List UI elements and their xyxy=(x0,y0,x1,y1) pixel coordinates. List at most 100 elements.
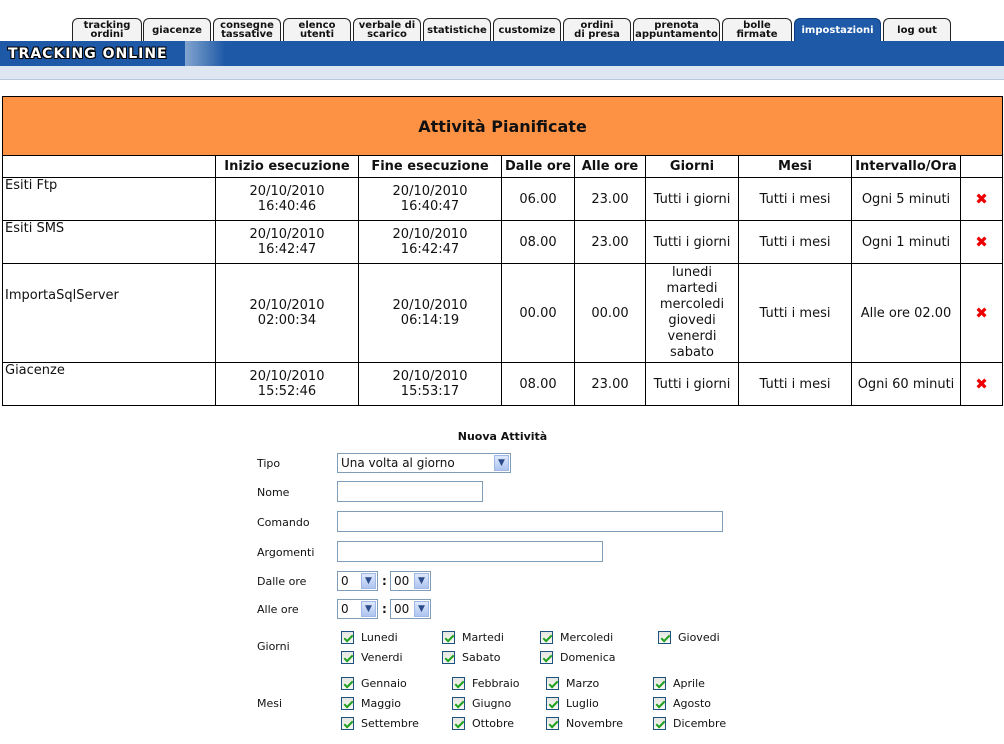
checkbox-luglio[interactable]: Luglio xyxy=(546,696,599,710)
header-dalle-ore: Dalle ore xyxy=(501,155,575,178)
delete-icon[interactable]: ✖ xyxy=(960,177,1003,221)
checkbox-box[interactable] xyxy=(341,696,354,710)
tab-giacenze[interactable]: giacenze xyxy=(143,18,211,41)
checkbox-venerdi[interactable]: Venerdi xyxy=(341,650,403,664)
checkbox-box[interactable] xyxy=(546,716,559,730)
tab-tracking-ordini[interactable]: tracking ordini xyxy=(72,18,142,41)
checkbox-label: Venerdi xyxy=(361,650,403,664)
comando-input[interactable] xyxy=(337,511,723,532)
checkbox-giugno[interactable]: Giugno xyxy=(452,696,511,710)
header-banner: TRACKING ONLINE xyxy=(0,41,1004,66)
table-row: Esiti Ftp 20/10/2010 16:40:46 20/10/2010 1… xyxy=(2,177,1003,221)
checkbox-box[interactable] xyxy=(442,630,455,644)
checkbox-box[interactable] xyxy=(341,650,354,664)
checkbox-agosto[interactable]: Agosto xyxy=(653,696,711,710)
end-time: 16:42:47 xyxy=(400,242,460,257)
chevron-down-icon[interactable]: ▼ xyxy=(414,601,429,617)
checkbox-label: Gennaio xyxy=(361,676,407,690)
header-mesi: Mesi xyxy=(738,155,852,178)
activity-name: Esiti Ftp xyxy=(2,177,216,221)
checkbox-ottobre[interactable]: Ottobre xyxy=(452,716,514,730)
tab-impostazioni[interactable]: impostazioni xyxy=(794,18,881,41)
checkbox-label: Dicembre xyxy=(673,716,727,730)
tipo-select[interactable]: Una volta al giorno ▼ xyxy=(337,453,511,473)
checkbox-box[interactable] xyxy=(546,676,559,690)
interval-cell: Alle ore 02.00 xyxy=(851,263,961,363)
tab-prenota-appuntamento[interactable]: prenota appuntamento xyxy=(633,18,720,41)
alle-ore-minute-select[interactable]: 00 ▼ xyxy=(390,599,431,619)
checkbox-box[interactable] xyxy=(452,696,465,710)
dalle-ore-label: Dalle ore xyxy=(257,575,307,588)
days-cell: Tutti i giorni xyxy=(645,362,739,406)
table-row: Esiti SMS 20/10/2010 16:42:47 20/10/2010 1… xyxy=(2,220,1003,264)
start-time: 15:52:46 xyxy=(257,384,317,399)
checkbox-gennaio[interactable]: Gennaio xyxy=(341,676,407,690)
tab-ordini-di-presa[interactable]: ordini di presa xyxy=(563,18,631,41)
brand-logo: TRACKING ONLINE xyxy=(8,46,168,62)
day-entry: venerdi xyxy=(667,329,717,344)
tab-statistiche[interactable]: statistiche xyxy=(423,18,491,41)
checkbox-domenica[interactable]: Domenica xyxy=(540,650,616,664)
checkbox-box[interactable] xyxy=(658,630,671,644)
day-entry: Tutti i giorni xyxy=(653,191,731,207)
end-date: 20/10/2010 xyxy=(392,298,468,313)
nome-input[interactable] xyxy=(337,481,483,502)
to-hour: 00.00 xyxy=(574,263,646,363)
checkbox-label: Martedi xyxy=(462,630,504,644)
checkbox-box[interactable] xyxy=(540,650,553,664)
alle-ore-hour-select[interactable]: 0 ▼ xyxy=(337,599,378,619)
dalle-hour-value: 0 xyxy=(341,574,349,588)
end-date: 20/10/2010 xyxy=(392,227,468,242)
delete-icon[interactable]: ✖ xyxy=(960,263,1003,363)
checkbox-box[interactable] xyxy=(442,650,455,664)
start-date: 20/10/2010 xyxy=(249,369,325,384)
tab-elenco-utenti[interactable]: elenco utenti xyxy=(283,18,351,41)
checkbox-settembre[interactable]: Settembre xyxy=(341,716,419,730)
dalle-ore-minute-select[interactable]: 00 ▼ xyxy=(390,571,431,591)
checkbox-box[interactable] xyxy=(341,630,354,644)
tab-consegne-tassative[interactable]: consegne tassative xyxy=(213,18,281,41)
checkbox-lunedi[interactable]: Lunedi xyxy=(341,630,398,644)
start-cell: 20/10/2010 02:00:34 xyxy=(215,263,359,363)
table-row: Giacenze 20/10/2010 15:52:46 20/10/2010 15… xyxy=(2,362,1003,406)
checkbox-martedi[interactable]: Martedi xyxy=(442,630,504,644)
checkbox-giovedi[interactable]: Giovedi xyxy=(658,630,720,644)
tab-customize[interactable]: customize xyxy=(493,18,561,41)
chevron-down-icon[interactable]: ▼ xyxy=(361,573,376,589)
tab-log-out[interactable]: log out xyxy=(883,18,951,41)
delete-icon[interactable]: ✖ xyxy=(960,362,1003,406)
start-cell: 20/10/2010 16:40:46 xyxy=(215,177,359,221)
delete-icon[interactable]: ✖ xyxy=(960,220,1003,264)
checkbox-marzo[interactable]: Marzo xyxy=(546,676,599,690)
chevron-down-icon[interactable]: ▼ xyxy=(414,573,429,589)
day-entry: giovedi xyxy=(668,313,716,328)
interval-cell: Ogni 60 minuti xyxy=(851,362,961,406)
checkbox-novembre[interactable]: Novembre xyxy=(546,716,623,730)
checkbox-dicembre[interactable]: Dicembre xyxy=(653,716,726,730)
tab-bolle-firmate[interactable]: bolle firmate xyxy=(722,18,792,41)
checkbox-maggio[interactable]: Maggio xyxy=(341,696,401,710)
interval-cell: Ogni 1 minuti xyxy=(851,220,961,264)
checkbox-box[interactable] xyxy=(653,696,666,710)
tab-verbale-di-scarico[interactable]: verbale di scarico xyxy=(353,18,421,41)
scheduled-activities-table: Attività Pianificate Inizio esecuzione F… xyxy=(2,96,1003,406)
day-entry: sabato xyxy=(669,345,714,360)
checkbox-sabato[interactable]: Sabato xyxy=(442,650,501,664)
checkbox-box[interactable] xyxy=(341,676,354,690)
checkbox-box[interactable] xyxy=(341,716,354,730)
checkbox-box[interactable] xyxy=(452,716,465,730)
checkbox-box[interactable] xyxy=(546,696,559,710)
checkbox-mercoledi[interactable]: Mercoledi xyxy=(540,630,613,644)
from-hour: 06.00 xyxy=(501,177,575,221)
argomenti-input[interactable] xyxy=(337,541,603,562)
checkbox-aprile[interactable]: Aprile xyxy=(653,676,705,690)
chevron-down-icon[interactable]: ▼ xyxy=(494,455,509,471)
checkbox-box[interactable] xyxy=(653,716,666,730)
checkbox-box[interactable] xyxy=(653,676,666,690)
checkbox-box[interactable] xyxy=(540,630,553,644)
checkbox-febbraio[interactable]: Febbraio xyxy=(452,676,520,690)
dalle-ore-hour-select[interactable]: 0 ▼ xyxy=(337,571,378,591)
chevron-down-icon[interactable]: ▼ xyxy=(361,601,376,617)
checkbox-box[interactable] xyxy=(452,676,465,690)
start-date: 20/10/2010 xyxy=(249,298,325,313)
